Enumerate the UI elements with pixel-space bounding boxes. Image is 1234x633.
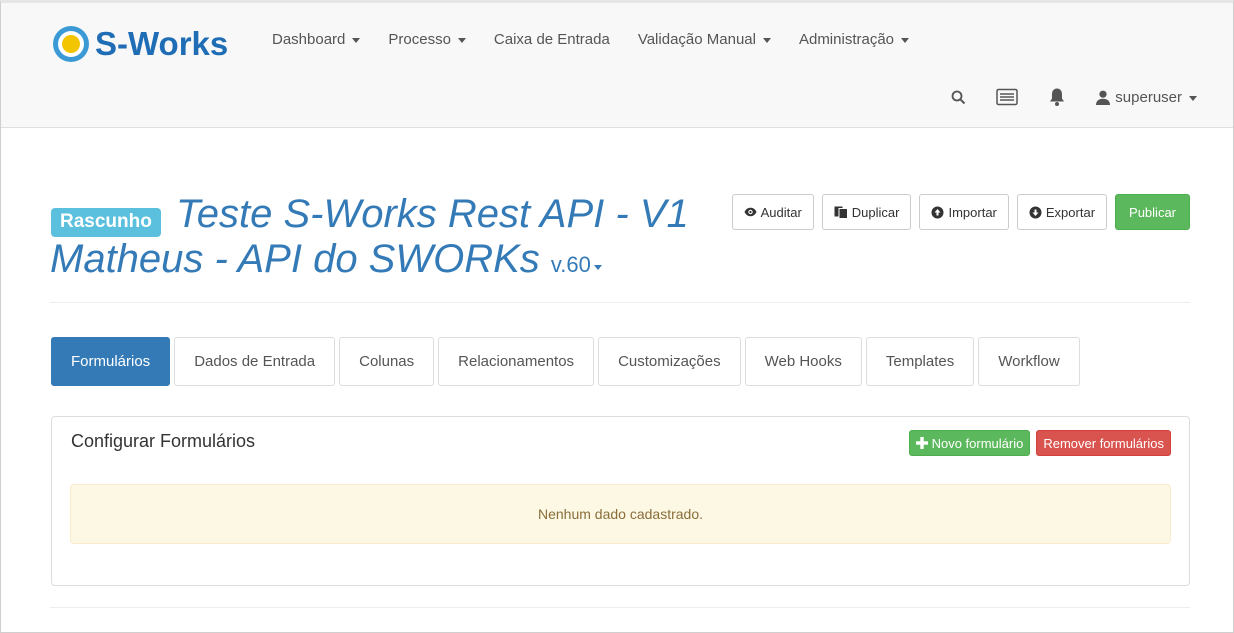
- publish-button[interactable]: Publicar: [1115, 194, 1190, 230]
- section-tabs: Formulários Dados de Entrada Colunas Rel…: [51, 337, 1084, 386]
- new-form-label: Novo formulário: [931, 435, 1024, 451]
- forms-panel: Configurar Formulários Novo formulário R…: [51, 416, 1190, 586]
- tab-workflow[interactable]: Workflow: [978, 337, 1080, 386]
- caret-down-icon: [762, 38, 771, 43]
- brand-name: S-Works: [95, 25, 229, 62]
- tab-formularios[interactable]: Formulários: [51, 337, 171, 386]
- version-dropdown[interactable]: v.60: [551, 252, 602, 277]
- main-nav: Dashboard Processo Caixa de Entrada Vali…: [272, 31, 937, 48]
- user-icon: [1096, 90, 1111, 105]
- export-label: Exportar: [1045, 204, 1096, 220]
- empty-state-alert: Nenhum dado cadastrado.: [70, 484, 1171, 544]
- logo-icon: [53, 26, 89, 62]
- version-label: v.60: [550, 252, 591, 277]
- brand-logo-link[interactable]: S-Works: [53, 25, 228, 63]
- tab-dados-de-entrada[interactable]: Dados de Entrada: [174, 337, 336, 386]
- import-button[interactable]: Importar: [919, 194, 1009, 230]
- duplicate-label: Duplicar: [851, 204, 900, 220]
- empty-message: Nenhum dado cadastrado.: [538, 506, 703, 522]
- footer-divider: [50, 607, 1190, 608]
- list-icon: [996, 88, 1019, 106]
- notifications-button[interactable]: [1048, 87, 1066, 107]
- nav-item-administracao[interactable]: Administração: [798, 31, 910, 48]
- export-button[interactable]: Exportar: [1016, 194, 1108, 230]
- caret-down-icon: [352, 38, 361, 43]
- bell-icon: [1050, 88, 1065, 106]
- copy-icon: [834, 206, 848, 219]
- caret-down-icon: [1189, 95, 1197, 101]
- tab-customizacoes[interactable]: Customizações: [598, 337, 741, 386]
- header-actions: Auditar Duplicar Importar Exportar Publi…: [724, 194, 1190, 230]
- remove-forms-button[interactable]: Remover formulários: [1036, 430, 1171, 456]
- task-list-button[interactable]: [996, 88, 1019, 106]
- caret-down-icon: [457, 38, 466, 43]
- tab-colunas[interactable]: Colunas: [339, 337, 435, 386]
- new-form-button[interactable]: Novo formulário: [908, 430, 1031, 456]
- user-name: superuser: [1115, 88, 1182, 106]
- import-label: Importar: [948, 204, 997, 220]
- panel-actions: Novo formulário Remover formulários: [903, 430, 1171, 456]
- nav-item-label: Validação Manual: [637, 31, 756, 48]
- tab-relacionamentos[interactable]: Relacionamentos: [438, 337, 595, 386]
- audit-button[interactable]: Auditar: [731, 194, 814, 230]
- panel-title: Configurar Formulários: [71, 431, 256, 451]
- user-menu[interactable]: superuser: [1096, 89, 1197, 106]
- caret-down-icon: [593, 264, 602, 270]
- duplicate-button[interactable]: Duplicar: [821, 194, 912, 230]
- page-title: Teste S-Works Rest API - V1 Matheus - AP…: [50, 192, 700, 287]
- status-badge: Rascunho: [51, 208, 161, 237]
- top-navbar: S-Works Dashboard Processo Caixa de Entr…: [1, 3, 1233, 128]
- audit-label: Auditar: [760, 204, 802, 220]
- nav-item-validacao-manual[interactable]: Validação Manual: [638, 31, 771, 48]
- header-divider: [50, 302, 1190, 303]
- nav-item-label: Caixa de Entrada: [493, 31, 610, 48]
- circle-arrow-down-icon: [1029, 206, 1042, 219]
- navbar-right: superuser: [951, 87, 1197, 107]
- search-icon: [951, 90, 966, 104]
- nav-item-caixa-de-entrada[interactable]: Caixa de Entrada: [494, 31, 610, 48]
- nav-item-label: Processo: [388, 31, 451, 48]
- circle-arrow-up-icon: [931, 206, 944, 219]
- nav-item-label: Dashboard: [272, 31, 346, 48]
- nav-item-label: Administração: [798, 31, 895, 48]
- nav-item-processo[interactable]: Processo: [388, 31, 466, 48]
- tab-templates[interactable]: Templates: [865, 337, 975, 386]
- tab-web-hooks[interactable]: Web Hooks: [744, 337, 862, 386]
- eye-icon: [744, 207, 757, 217]
- plus-icon: [915, 437, 928, 449]
- nav-item-dashboard[interactable]: Dashboard: [272, 31, 361, 48]
- caret-down-icon: [901, 38, 910, 43]
- search-button[interactable]: [951, 90, 966, 105]
